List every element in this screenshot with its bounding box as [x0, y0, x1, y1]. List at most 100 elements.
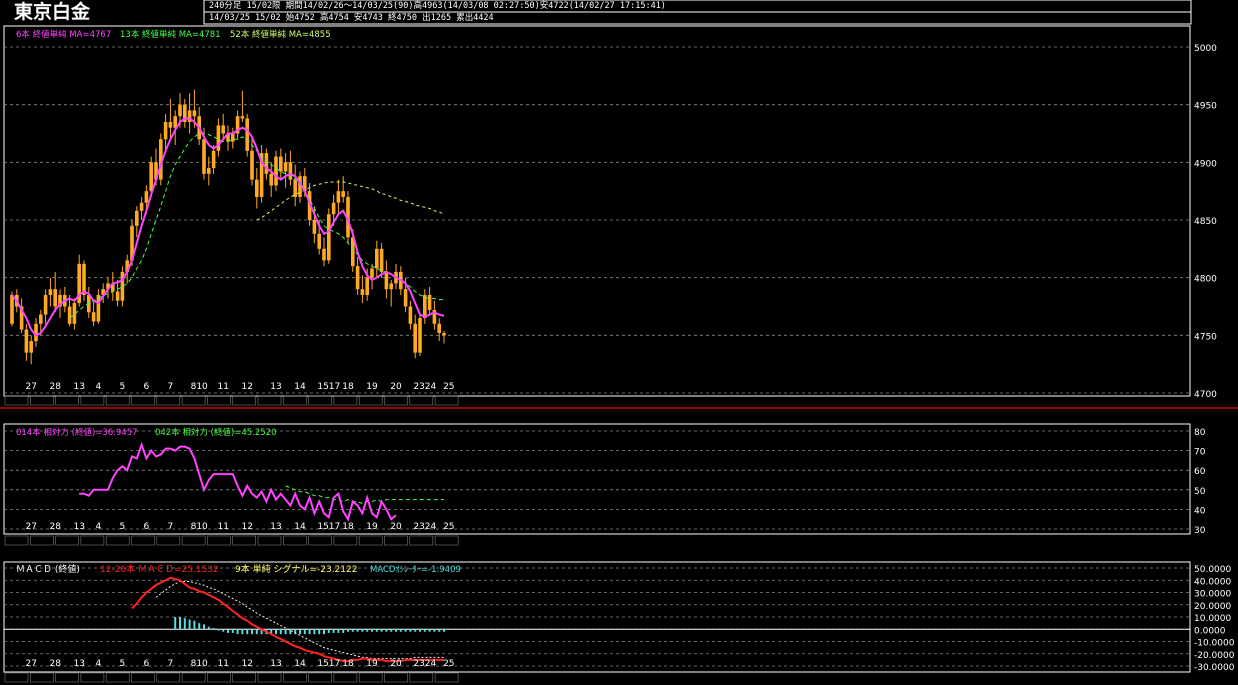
time-cell — [55, 395, 79, 406]
rsi-y-tick-label: 50 — [1194, 487, 1206, 497]
candle-body — [67, 306, 72, 324]
osc-bar — [222, 629, 225, 632]
price-y-tick-label: 4800 — [1194, 275, 1217, 285]
candle-body — [269, 173, 273, 186]
osc-bar — [203, 624, 205, 630]
time-cell — [358, 395, 383, 406]
price-y-tick-label: 4950 — [1194, 102, 1217, 112]
date-tick-label: 2324 — [413, 382, 436, 392]
time-cell — [80, 535, 105, 546]
date-tick-label: 13 — [270, 522, 281, 532]
candle-body — [327, 214, 331, 261]
osc-bar — [433, 629, 436, 632]
date-tick-label: 11 — [217, 522, 228, 532]
candle-body — [427, 294, 432, 310]
ma13-line — [69, 133, 444, 319]
date-tick-label: 25 — [443, 659, 454, 669]
time-cell — [333, 672, 358, 683]
candle-body — [370, 268, 374, 278]
osc-bar — [217, 629, 220, 631]
time-cell — [384, 672, 408, 683]
candle-body — [331, 202, 336, 215]
candle-body — [408, 306, 413, 324]
time-cell — [384, 535, 408, 546]
osc-bar — [323, 629, 325, 635]
candle-body — [39, 314, 43, 324]
candle-body — [163, 121, 168, 140]
time-cell — [207, 535, 231, 546]
time-cell — [29, 395, 54, 406]
date-tick-label: 27 — [25, 522, 36, 532]
time-cell — [434, 535, 459, 546]
osc-bar — [299, 629, 301, 635]
osc-bar — [227, 629, 229, 633]
date-tick-label: 25 — [443, 522, 454, 532]
date-tick-label: 11 — [217, 659, 228, 669]
time-cell — [282, 672, 307, 683]
price-panel-frame — [3, 25, 1191, 397]
date-tick-label: 810 — [191, 522, 208, 532]
time-cell — [29, 535, 54, 546]
date-tick-label: 27 — [25, 382, 36, 392]
date-tick-label: 20 — [390, 382, 402, 392]
candle-body — [384, 271, 389, 290]
date-tick-label: 5 — [120, 659, 126, 669]
candle-body — [336, 191, 341, 203]
candle-body — [274, 156, 278, 186]
candle-body — [207, 168, 211, 174]
date-tick-label: 2324 — [413, 522, 436, 532]
rsi-y-tick-label: 60 — [1194, 467, 1206, 477]
date-tick-label: 19 — [366, 522, 378, 532]
date-tick-label: 18 — [342, 382, 354, 392]
date-tick-label: 18 — [342, 522, 354, 532]
candle-body — [240, 116, 245, 119]
date-tick-label: 14 — [294, 659, 306, 669]
osc-bar — [241, 629, 244, 635]
time-cell — [105, 395, 130, 406]
date-tick-label: 13 — [73, 659, 84, 669]
candle-body — [115, 291, 120, 301]
date-tick-label: 1517 — [317, 382, 340, 392]
candle-body — [192, 110, 197, 117]
candle-body — [437, 323, 441, 334]
legend-osc: MACDｵｼﾚｰﾀｰ=-1.9409 — [370, 565, 461, 575]
candle-body — [24, 329, 29, 353]
candle-body — [211, 150, 216, 169]
time-cell — [181, 535, 206, 546]
rsi-y-tick-label: 80 — [1194, 428, 1206, 438]
time-cell — [282, 395, 307, 406]
legend-rsi14: 014本 相対力 (終値)=36.9457 — [16, 427, 138, 438]
time-cell — [257, 672, 282, 683]
time-cell — [131, 672, 155, 683]
osc-bar — [279, 629, 282, 635]
date-tick-label: 12 — [241, 522, 252, 532]
osc-bar — [289, 629, 292, 635]
candle-body — [375, 248, 379, 269]
macd-y-tick-label: -20.0000 — [1194, 651, 1235, 661]
osc-bar — [212, 628, 215, 630]
time-cell — [358, 535, 383, 546]
osc-bar — [438, 629, 441, 632]
osc-bar — [327, 629, 330, 633]
macd-y-tick-label: 0.0000 — [1194, 626, 1226, 636]
candle-body — [202, 139, 206, 174]
time-cell — [131, 535, 155, 546]
candle-body — [341, 191, 345, 197]
legend-macd-line: 12-26本 ＭＡＣＤ=25.1532 — [100, 563, 219, 575]
chart-canvas[interactable]: 4700 4750 4800 4850 4900 4950 5000 30 40 50 60 70 80… — [0, 0, 1238, 685]
legend-ma6: 6本 終値単純 MA=4767 — [16, 29, 111, 40]
osc-bar — [236, 629, 239, 635]
date-tick-label: 1517 — [317, 659, 340, 669]
time-cell — [308, 672, 332, 683]
time-cell — [409, 395, 434, 406]
candle-body — [312, 220, 317, 234]
date-tick-label: 20 — [390, 659, 402, 669]
time-cell — [181, 672, 206, 683]
price-y-tick-label: 4700 — [1194, 390, 1217, 400]
candle-body — [168, 121, 173, 128]
date-tick-label: 4 — [96, 522, 102, 532]
candle-body — [317, 233, 321, 249]
time-cell — [257, 535, 282, 546]
candle-body — [442, 333, 446, 336]
osc-bar — [428, 629, 431, 632]
